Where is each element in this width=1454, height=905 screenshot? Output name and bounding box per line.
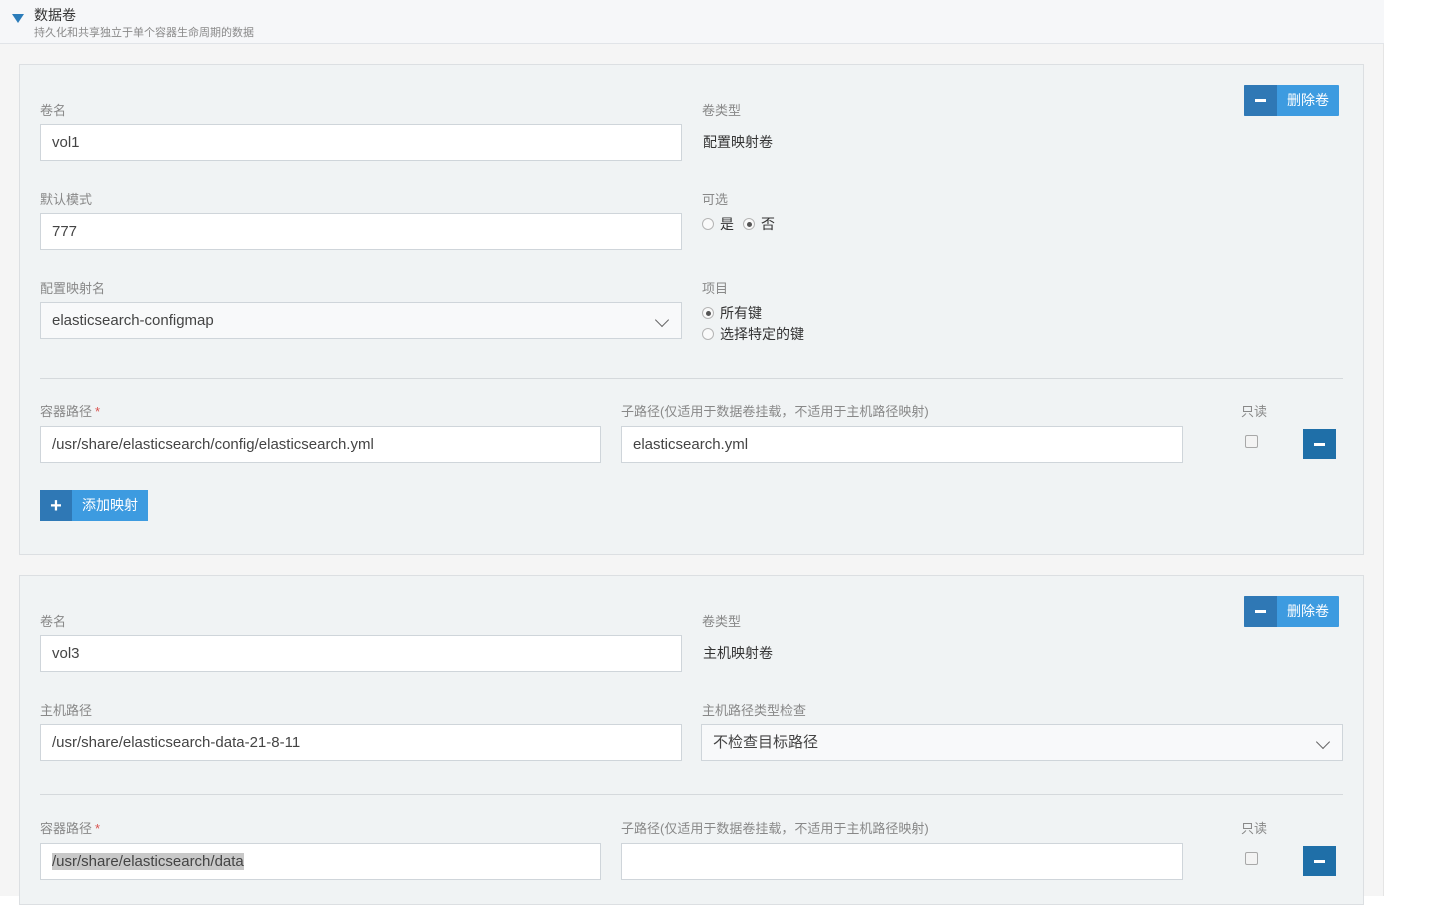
volume-type-value: 主机映射卷 <box>703 645 773 661</box>
readonly-label: 只读 <box>1241 404 1268 419</box>
add-mapping-label: 添加映射 <box>82 497 138 513</box>
volume-card-vol1: 卷名 vol1 卷类型 配置映射卷 删除卷 默认模式 777 可选 是 否 配置… <box>19 64 1364 555</box>
add-mapping-button[interactable]: + 添加映射 <box>40 490 148 521</box>
delete-volume-button[interactable]: 删除卷 <box>1244 85 1339 116</box>
host-path-type-check-value: 不检查目标路径 <box>713 734 819 751</box>
all-keys-label: 所有键 <box>720 305 762 321</box>
section-title: 数据卷 <box>34 7 76 23</box>
minus-icon <box>1244 596 1277 627</box>
minus-icon <box>1314 859 1325 863</box>
minus-icon <box>1314 442 1325 446</box>
container-path-label: 容器路径 * <box>40 401 100 420</box>
container-path-input[interactable]: /usr/share/elasticsearch/config/elastics… <box>40 426 601 463</box>
section-subtitle: 持久化和共享独立于单个容器生命周期的数据 <box>34 27 254 39</box>
host-path-type-check-label: 主机路径类型检查 <box>702 703 807 718</box>
host-path-type-check-select[interactable]: 不检查目标路径 <box>701 724 1343 761</box>
readonly-checkbox[interactable] <box>1245 435 1258 448</box>
volume-type-label: 卷类型 <box>702 614 742 629</box>
delete-volume-button[interactable]: 删除卷 <box>1244 596 1339 627</box>
host-path-input[interactable]: /usr/share/elasticsearch-data-21-8-11 <box>40 724 682 761</box>
container-path-input[interactable]: /usr/share/elasticsearch/data <box>40 843 601 880</box>
plus-icon: + <box>40 490 72 521</box>
sub-path-label: 子路径(仅适用于数据卷挂载，不适用于主机路径映射) <box>621 404 929 419</box>
divider <box>40 794 1343 795</box>
page: 数据卷 持久化和共享独立于单个容器生命周期的数据 卷名 vol1 卷类型 配置映… <box>0 0 1384 905</box>
host-path-label: 主机路径 <box>40 703 93 718</box>
chevron-down-icon <box>654 312 670 328</box>
all-keys-radio[interactable] <box>702 307 714 319</box>
readonly-label: 只读 <box>1241 821 1268 836</box>
container-path-label: 容器路径 * <box>40 818 100 837</box>
sub-path-input[interactable] <box>621 843 1183 880</box>
delete-volume-label: 删除卷 <box>1287 603 1329 619</box>
caret-down-icon[interactable] <box>12 14 24 23</box>
readonly-checkbox[interactable] <box>1245 852 1258 865</box>
sub-path-input[interactable]: elasticsearch.yml <box>621 426 1183 463</box>
minus-icon <box>1244 85 1277 116</box>
volume-type-value: 配置映射卷 <box>703 134 773 150</box>
configmap-name-value: elasticsearch-configmap <box>52 312 214 329</box>
optional-no-label: 否 <box>761 216 775 232</box>
remove-mapping-button[interactable] <box>1303 846 1336 876</box>
volume-name-input[interactable]: vol1 <box>40 124 682 161</box>
optional-no-radio[interactable] <box>743 218 755 230</box>
delete-volume-label: 删除卷 <box>1287 92 1329 108</box>
configmap-name-select[interactable]: elasticsearch-configmap <box>40 302 682 339</box>
optional-radio-group: 是 否 <box>702 214 775 234</box>
volumes-section-header[interactable]: 数据卷 持久化和共享独立于单个容器生命周期的数据 <box>0 0 1384 44</box>
container-path-label-text: 容器路径 <box>40 821 93 836</box>
default-mode-label: 默认模式 <box>40 192 93 207</box>
volume-name-label: 卷名 <box>40 103 67 118</box>
specific-keys-radio[interactable] <box>702 328 714 340</box>
chevron-down-icon <box>1315 734 1331 750</box>
items-specific-keys-option[interactable]: 选择特定的键 <box>702 324 804 344</box>
optional-yes-radio[interactable] <box>702 218 714 230</box>
specific-keys-label: 选择特定的键 <box>720 326 804 342</box>
optional-label: 可选 <box>702 192 729 207</box>
items-all-keys-option[interactable]: 所有键 <box>702 303 762 323</box>
configmap-name-label: 配置映射名 <box>40 281 106 296</box>
required-mark: * <box>95 821 101 836</box>
volume-name-input[interactable]: vol3 <box>40 635 682 672</box>
selected-text: /usr/share/elasticsearch/data <box>52 853 244 870</box>
container-path-label-text: 容器路径 <box>40 404 93 419</box>
default-mode-input[interactable]: 777 <box>40 213 682 250</box>
divider <box>40 378 1343 379</box>
volume-name-label: 卷名 <box>40 614 67 629</box>
volume-type-label: 卷类型 <box>702 103 742 118</box>
required-mark: * <box>95 404 101 419</box>
sub-path-label: 子路径(仅适用于数据卷挂载，不适用于主机路径映射) <box>621 821 929 836</box>
optional-yes-label: 是 <box>720 216 734 232</box>
items-label: 项目 <box>702 281 729 296</box>
remove-mapping-button[interactable] <box>1303 429 1336 459</box>
volume-card-vol3: 卷名 vol3 卷类型 主机映射卷 删除卷 主机路径 /usr/share/el… <box>19 575 1364 905</box>
